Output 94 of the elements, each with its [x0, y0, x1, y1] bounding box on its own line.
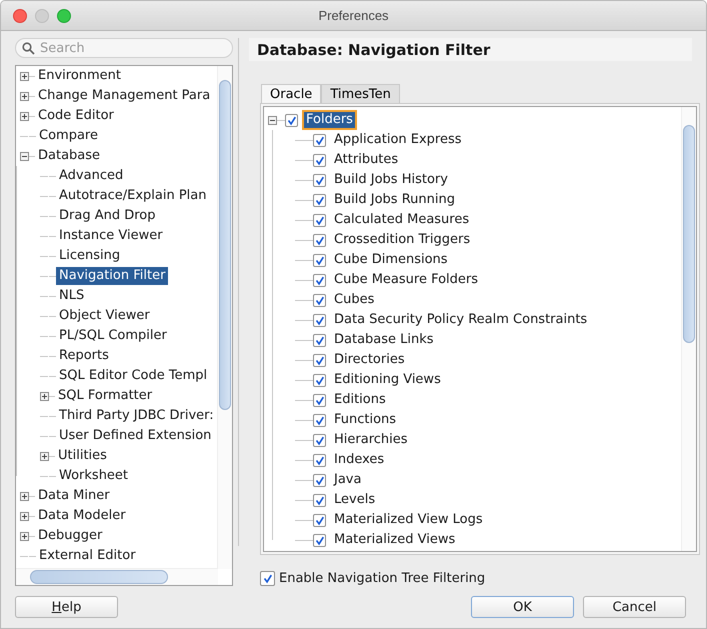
tree-item[interactable]: Autotrace/Explain Plan: [56, 187, 210, 205]
tree-item[interactable]: Navigation Filter: [56, 267, 168, 285]
expand-icon[interactable]: [40, 452, 49, 460]
tree-item[interactable]: Functions: [331, 411, 400, 430]
checkbox[interactable]: [313, 314, 326, 327]
tree-item[interactable]: Materialized View Logs: [331, 511, 486, 530]
checkbox[interactable]: [313, 454, 326, 467]
tree-item[interactable]: Materialized Views: [331, 531, 458, 550]
tree-item[interactable]: Environment: [35, 67, 124, 85]
tree-item[interactable]: Licensing: [56, 247, 124, 265]
tree-item[interactable]: Database Links: [331, 331, 437, 350]
tab[interactable]: Oracle: [261, 84, 322, 104]
vertical-scrollbar[interactable]: [681, 107, 696, 552]
dialog-button[interactable]: OK: [471, 596, 574, 618]
checkbox[interactable]: [313, 434, 326, 447]
search-icon: [22, 42, 35, 55]
tree-item[interactable]: Application Express: [331, 131, 465, 150]
expand-icon[interactable]: [20, 532, 29, 540]
checkbox[interactable]: [313, 134, 326, 147]
collapse-icon[interactable]: [268, 116, 277, 125]
tree-item[interactable]: Levels: [331, 491, 378, 510]
tree-item[interactable]: Cubes: [331, 291, 378, 310]
checkbox[interactable]: [313, 214, 326, 227]
tree-item[interactable]: PL/SQL Compiler: [56, 327, 170, 345]
tab[interactable]: TimesTen: [321, 84, 400, 104]
horizontal-scrollbar[interactable]: [16, 568, 218, 585]
tree-item[interactable]: Folders: [303, 111, 356, 130]
tree-item[interactable]: Indexes: [331, 451, 388, 470]
checkbox[interactable]: [313, 394, 326, 407]
tree-item[interactable]: Third Party JDBC Driver:: [56, 407, 217, 425]
tree-item[interactable]: Code Editor: [35, 107, 117, 125]
tree-item[interactable]: Advanced: [56, 167, 126, 185]
tree-item[interactable]: Compare: [36, 127, 101, 145]
tree-item[interactable]: Editioning Views: [331, 371, 444, 390]
tree-item[interactable]: Debugger: [35, 527, 106, 545]
tree-item[interactable]: SQL Editor Code Templ: [56, 367, 210, 385]
vertical-scrollbar[interactable]: [217, 66, 232, 569]
tree-item[interactable]: Data Security Policy Realm Constraints: [331, 311, 590, 330]
checkbox[interactable]: [313, 174, 326, 187]
tree-item[interactable]: Directories: [331, 351, 408, 370]
search-field[interactable]: Search: [15, 38, 233, 58]
expand-icon[interactable]: [40, 392, 49, 400]
tree-item[interactable]: Worksheet: [56, 467, 132, 485]
tree-item[interactable]: Crossedition Triggers: [331, 231, 474, 250]
close-icon[interactable]: [13, 9, 27, 23]
expand-icon[interactable]: [20, 492, 29, 500]
tree-item[interactable]: SQL Formatter: [55, 387, 156, 405]
tree-item[interactable]: Build Jobs History: [331, 171, 451, 190]
expand-icon[interactable]: [20, 512, 29, 520]
tree-item[interactable]: Change Management Para: [35, 87, 214, 105]
checkbox[interactable]: [285, 114, 298, 127]
checkbox[interactable]: [313, 514, 326, 527]
tree-item[interactable]: External Editor: [36, 547, 139, 565]
tree-item[interactable]: Database: [35, 147, 104, 165]
tree-item[interactable]: Object Viewer: [56, 307, 153, 325]
expand-icon[interactable]: [20, 112, 29, 120]
tree-item[interactable]: Cube Measure Folders: [331, 271, 482, 290]
tree-item[interactable]: Attributes: [331, 151, 402, 170]
tree-item[interactable]: Build Jobs Running: [331, 191, 458, 210]
tree-item[interactable]: Calculated Measures: [331, 211, 472, 230]
checkbox[interactable]: [313, 274, 326, 287]
expand-icon[interactable]: [20, 92, 29, 100]
checkbox-label[interactable]: Enable Navigation Tree Filtering: [279, 570, 486, 586]
tree-item[interactable]: Data Miner: [35, 487, 113, 505]
checkbox[interactable]: [313, 334, 326, 347]
checkbox[interactable]: [313, 414, 326, 427]
checkbox[interactable]: [313, 354, 326, 367]
collapse-icon[interactable]: [20, 152, 29, 160]
tree-item[interactable]: Reports: [56, 347, 112, 365]
checkbox[interactable]: [260, 570, 275, 586]
checkbox[interactable]: [313, 234, 326, 247]
checkbox[interactable]: [313, 154, 326, 167]
page-title: Database: Navigation Filter: [249, 38, 692, 62]
tree-item[interactable]: Drag And Drop: [56, 207, 158, 225]
checkbox[interactable]: [313, 254, 326, 267]
tree-item[interactable]: User Defined Extension: [56, 427, 214, 445]
checkbox[interactable]: [313, 294, 326, 307]
checkbox[interactable]: [313, 194, 326, 207]
tree-item[interactable]: NLS: [56, 287, 88, 305]
checkbox[interactable]: [313, 474, 326, 487]
dialog-button[interactable]: Help: [15, 596, 118, 618]
checkbox[interactable]: [313, 494, 326, 507]
tree-item[interactable]: Data Modeler: [35, 507, 129, 525]
tree-item[interactable]: Utilities: [55, 447, 110, 465]
tree-item[interactable]: Instance Viewer: [56, 227, 166, 245]
dialog-button[interactable]: Cancel: [583, 596, 686, 618]
checkbox[interactable]: [313, 534, 326, 547]
expand-icon[interactable]: [20, 72, 29, 80]
window-title: Preferences: [318, 8, 389, 23]
tree-item[interactable]: Cube Dimensions: [331, 251, 451, 270]
tree-item[interactable]: Java: [331, 471, 364, 490]
tree-item[interactable]: Editions: [331, 391, 389, 410]
tree-item[interactable]: Hierarchies: [331, 431, 411, 450]
checkbox[interactable]: [313, 374, 326, 387]
